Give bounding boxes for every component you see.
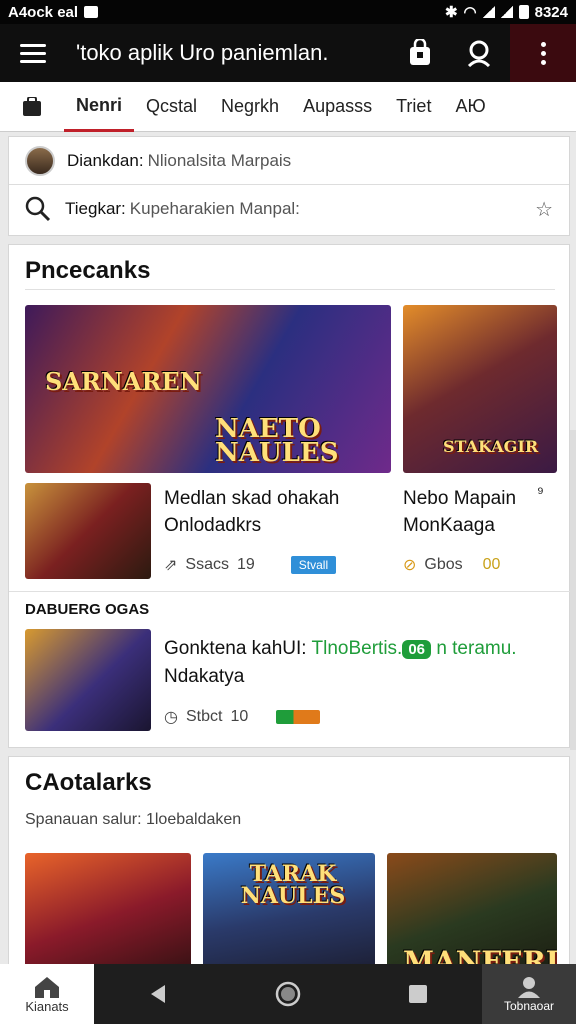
tag-icon: ⇗ — [164, 557, 178, 574]
signal-icon — [482, 6, 495, 18]
item-2-title-a: Gonktena kahUI: — [164, 638, 307, 659]
tab-aupasss[interactable]: Aupasss — [291, 82, 384, 132]
menu-button[interactable] — [0, 24, 66, 82]
item-2-title-green-b: n teramu. — [436, 638, 517, 659]
search-row-2[interactable]: Tiegkar: Kupeharakien Manpal: ☆ — [9, 185, 569, 233]
search-row-2-label: Tiegkar: — [65, 199, 126, 218]
banner-2-text: STAKAGIR — [443, 437, 539, 456]
shopping-bag-icon — [410, 39, 430, 65]
alarm-icon: ✱ — [444, 4, 458, 21]
featured-banner-1[interactable]: SARNAREN NAETO NAULES — [25, 305, 391, 473]
item-1-thumbnail[interactable] — [25, 483, 151, 579]
tab-qcstal[interactable]: Qcstal — [134, 82, 209, 132]
search-panel: Diankdan: Nlionalsita Marpais Tiegkar: K… — [8, 136, 570, 236]
system-nav — [94, 964, 482, 1024]
shopping-bag-button[interactable] — [390, 24, 450, 82]
scroll-edge — [570, 430, 576, 750]
search-row-1[interactable]: Diankdan: Nlionalsita Marpais — [9, 137, 569, 185]
item-1-meta-label: Ssacs — [185, 556, 229, 573]
subheading: DABUERG OGAS — [25, 601, 150, 618]
divider — [9, 591, 571, 592]
banner-1-text-b: NAETO NAULES — [215, 414, 339, 468]
search-row-1-value: Nlionalsita Marpais — [147, 150, 292, 170]
clock-icon: ◷ — [164, 709, 178, 726]
featured-banner-2[interactable]: STAKAGIR — [403, 305, 557, 473]
tab-triet[interactable]: Triet — [384, 82, 443, 132]
item-1b-meta: ⊘ Gbos 00 — [403, 555, 500, 575]
home-circle-icon[interactable] — [275, 981, 301, 1007]
item-1-badge: Stvall — [290, 556, 337, 574]
status-bar: A4ock eal ✱ ◠ 8324 — [0, 0, 576, 24]
store-icon — [23, 96, 41, 116]
banner-1-text-a: SARNAREN — [45, 367, 202, 396]
back-icon[interactable] — [147, 983, 169, 1005]
item-2-meta-label: Stbct — [185, 708, 223, 725]
item-1b-more-icon[interactable]: ⁹ — [537, 485, 544, 503]
catalog-subtitle: Spanauan salur: 1loebaldaken — [25, 811, 242, 828]
tab-ab[interactable]: AЮ — [443, 82, 497, 132]
item-1-meta-value: 19 — [236, 556, 255, 573]
item-2-title[interactable]: Gonktena kahUI: TlnoBertis. 06 n teramu. — [164, 635, 564, 663]
tab-negrkh[interactable]: Negrkh — [209, 82, 291, 132]
item-2-badge: 06 — [402, 640, 432, 659]
search-row-2-value: Kupeharakien Manpal: — [129, 199, 300, 218]
tab-nenri[interactable]: Nenri — [64, 82, 135, 132]
search-icon — [467, 40, 491, 67]
nav-home-label: Kianats — [25, 998, 69, 1014]
wifi-icon: ◠ — [463, 4, 477, 21]
nav-account-button[interactable]: Tobnaoar — [482, 964, 576, 1024]
card-2-text: TARAK NAULES — [240, 861, 346, 909]
item-2-meta: ◷ Stbct 10 — [164, 707, 321, 727]
clock-text: 8324 — [534, 3, 568, 21]
avatar — [25, 145, 55, 176]
item-1b-meta-value: 00 — [482, 556, 501, 573]
item-1-meta: ⇗ Ssacs 19 Stvall — [164, 555, 337, 575]
battery-icon — [518, 5, 529, 19]
catalog-card-2[interactable]: TARAK NAULES — [203, 853, 375, 965]
divider — [25, 289, 555, 290]
search-icon — [25, 196, 51, 222]
home-icon — [35, 976, 59, 998]
nav-home-button[interactable]: Kianats — [0, 964, 94, 1024]
nav-account-label: Tobnaoar — [503, 999, 555, 1013]
item-1b-title[interactable]: Nebo Mapain MonKaaga — [403, 485, 533, 539]
featured-section: Pncecanks SARNAREN NAETO NAULES STAKAGIR… — [8, 244, 571, 748]
star-icon[interactable]: ☆ — [535, 197, 553, 222]
bottom-nav: Kianats Tobnaoar — [0, 964, 576, 1024]
rating-icon: ⊘ — [403, 557, 417, 574]
signal-icon-2 — [500, 6, 513, 18]
item-1-title[interactable]: Medlan skad ohakah Onlodadkrs — [164, 485, 384, 539]
card-3-text: MANFERI — [403, 945, 557, 966]
catalog-card-1[interactable] — [25, 853, 191, 965]
item-2-rating-badge — [276, 710, 321, 724]
search-row-1-label: Diankdan: — [67, 150, 144, 170]
catalog-card-3[interactable]: MANFERI — [387, 853, 557, 966]
featured-title: Pncecanks — [25, 257, 151, 284]
tab-bar: Nenri Qcstal Negrkh Aupasss Triet AЮ — [0, 82, 576, 132]
notification-icon — [84, 6, 99, 18]
app-bar: 'toko aplik Uro paniemlan. — [0, 24, 576, 82]
app-title: 'toko aplik Uro paniemlan. — [76, 40, 329, 65]
search-button[interactable] — [450, 24, 510, 82]
item-2-title-b[interactable]: Ndakatya — [164, 663, 244, 690]
item-2-thumbnail[interactable] — [25, 629, 151, 731]
catalog-section: CAotalarks Spanauan salur: 1loebaldaken … — [8, 756, 570, 966]
overflow-menu-button[interactable] — [510, 24, 576, 82]
account-icon — [518, 977, 540, 998]
recents-icon[interactable] — [407, 983, 429, 1005]
item-2-title-green: TlnoBertis. — [311, 638, 403, 659]
item-1b-meta-label: Gbos — [424, 556, 463, 573]
tab-home-icon[interactable] — [0, 82, 64, 132]
catalog-title: CAotalarks — [25, 769, 152, 796]
carrier-text: A4ock eal — [8, 3, 79, 21]
item-2-meta-value: 10 — [230, 708, 249, 725]
